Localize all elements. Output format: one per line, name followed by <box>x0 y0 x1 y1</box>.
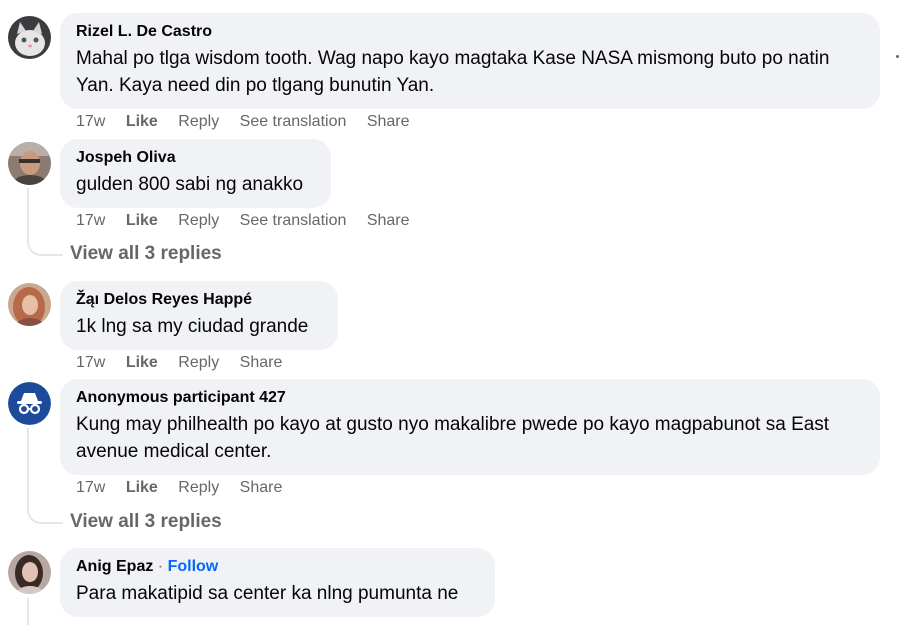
reply-button[interactable]: Reply <box>178 354 219 371</box>
like-button[interactable]: Like <box>126 479 158 496</box>
comment-time[interactable]: 17w <box>76 212 105 229</box>
anonymous-spy-avatar[interactable] <box>8 382 51 425</box>
comment-text: Kung may philhealth po kayo at gusto nyo… <box>76 414 830 462</box>
reply-button[interactable]: Reply <box>178 479 219 496</box>
view-replies-link[interactable]: View all 3 replies <box>70 243 222 265</box>
reply-button[interactable]: Reply <box>178 212 219 229</box>
follow-separator: · <box>157 558 164 575</box>
reply-thread-curve <box>27 506 63 524</box>
cat-photo-avatar[interactable] <box>8 16 51 59</box>
comment-author[interactable]: Žąı Delos Reyes Happé <box>76 289 322 311</box>
reply-button[interactable]: Reply <box>178 113 219 130</box>
comment-actions: 17w Like Reply Share <box>76 354 298 372</box>
share-button[interactable]: Share <box>367 212 410 229</box>
comment-text: Para makatipid sa center ka nlng pumunta… <box>76 583 459 604</box>
reply-thread-line <box>27 188 29 240</box>
comment-bubble: Anonymous participant 427 Kung may philh… <box>60 379 880 475</box>
comment-bubble: Jospeh Oliva gulden 800 sabi ng anakko <box>60 139 331 208</box>
comment-author[interactable]: Anonymous participant 427 <box>76 387 864 409</box>
see-translation-button[interactable]: See translation <box>240 212 347 229</box>
reply-thread-line <box>27 598 29 625</box>
comment-author[interactable]: Jospeh Oliva <box>76 147 315 169</box>
comment-bubble: Rizel L. De Castro Mahal po tlga wisdom … <box>60 13 880 109</box>
person-photo-avatar[interactable] <box>8 551 51 594</box>
comment-text: 1k lng sa my ciudad grande <box>76 316 309 337</box>
reply-thread-line <box>27 428 29 508</box>
like-button[interactable]: Like <box>126 113 158 130</box>
view-replies-link[interactable]: View all 3 replies <box>70 511 222 533</box>
comment-actions: 17w Like Reply See translation Share <box>76 212 426 230</box>
follow-button[interactable]: Follow <box>168 558 219 575</box>
comment-bubble: Žąı Delos Reyes Happé 1k lng sa my ciuda… <box>60 281 338 350</box>
comment-text: gulden 800 sabi ng anakko <box>76 174 304 195</box>
comment-time[interactable]: 17w <box>76 479 105 496</box>
person-photo-avatar[interactable] <box>8 283 51 326</box>
person-photo-avatar[interactable] <box>8 142 51 185</box>
reply-thread-curve <box>27 238 63 256</box>
share-button[interactable]: Share <box>367 113 410 130</box>
more-options-icon[interactable] <box>896 55 899 58</box>
comment-author-line: Anig Epaz · Follow <box>76 556 479 578</box>
comment-time[interactable]: 17w <box>76 113 105 130</box>
comment-time[interactable]: 17w <box>76 354 105 371</box>
like-button[interactable]: Like <box>126 354 158 371</box>
comment-text: Mahal po tlga wisdom tooth. Wag napo kay… <box>76 48 830 96</box>
share-button[interactable]: Share <box>240 479 283 496</box>
comment-bubble: Anig Epaz · Follow Para makatipid sa cen… <box>60 548 495 617</box>
comment-actions: 17w Like Reply Share <box>76 479 298 497</box>
comment-actions: 17w Like Reply See translation Share <box>76 113 426 131</box>
like-button[interactable]: Like <box>126 212 158 229</box>
see-translation-button[interactable]: See translation <box>240 113 347 130</box>
comment-author[interactable]: Anig Epaz <box>76 558 153 575</box>
comment-author[interactable]: Rizel L. De Castro <box>76 21 864 43</box>
share-button[interactable]: Share <box>240 354 283 371</box>
